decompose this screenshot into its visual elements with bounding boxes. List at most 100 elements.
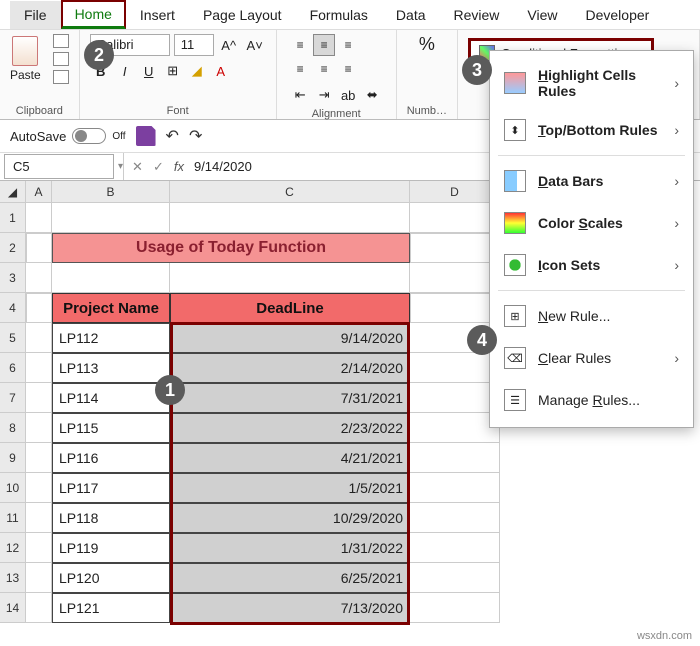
cell-deadline[interactable]: 1/31/2022 — [170, 533, 410, 563]
cancel-formula-icon[interactable]: ✕ — [132, 159, 143, 175]
cell-project[interactable]: LP119 — [52, 533, 170, 563]
increase-font-icon[interactable]: A^ — [218, 34, 240, 56]
cell-deadline[interactable]: 7/13/2020 — [170, 593, 410, 623]
col-head-c[interactable]: C — [170, 181, 410, 203]
cell[interactable] — [26, 233, 52, 263]
border-button[interactable]: ⊞ — [162, 60, 184, 82]
row-head-8[interactable]: 8 — [0, 413, 26, 443]
cell-project[interactable]: LP113 — [52, 353, 170, 383]
cell[interactable] — [410, 383, 500, 413]
fill-color-button[interactable]: ◢ — [186, 60, 208, 82]
row-head-11[interactable]: 11 — [0, 503, 26, 533]
cell[interactable] — [26, 383, 52, 413]
formula-input[interactable]: 9/14/2020 — [194, 159, 252, 174]
cell[interactable] — [26, 563, 52, 593]
tab-developer[interactable]: Developer — [572, 1, 664, 29]
cell[interactable] — [26, 593, 52, 623]
tab-insert[interactable]: Insert — [126, 1, 189, 29]
cell-deadline[interactable]: 10/29/2020 — [170, 503, 410, 533]
tab-view[interactable]: View — [513, 1, 571, 29]
align-center-icon[interactable]: ≡ — [313, 58, 335, 80]
cell-project[interactable]: LP118 — [52, 503, 170, 533]
increase-indent-icon[interactable]: ⇥ — [313, 84, 335, 106]
cell[interactable] — [26, 263, 52, 293]
cell[interactable] — [26, 443, 52, 473]
menu-color-scales[interactable]: Color Scales › — [490, 202, 693, 244]
menu-icon-sets[interactable]: Icon Sets › — [490, 244, 693, 286]
cell-deadline[interactable]: 9/14/2020 — [170, 323, 410, 353]
row-head-7[interactable]: 7 — [0, 383, 26, 413]
align-left-icon[interactable]: ≡ — [289, 58, 311, 80]
row-head-3[interactable]: 3 — [0, 263, 26, 293]
cell[interactable] — [410, 473, 500, 503]
cell[interactable] — [170, 203, 410, 233]
col-head-b[interactable]: B — [52, 181, 170, 203]
enter-formula-icon[interactable]: ✓ — [153, 159, 164, 175]
align-middle-icon[interactable]: ≡ — [313, 34, 335, 56]
cell-project[interactable]: LP112 — [52, 323, 170, 353]
cell[interactable] — [26, 503, 52, 533]
cell-deadline[interactable]: 1/5/2021 — [170, 473, 410, 503]
tab-review[interactable]: Review — [440, 1, 514, 29]
cell[interactable] — [410, 233, 500, 263]
row-head-13[interactable]: 13 — [0, 563, 26, 593]
align-top-icon[interactable]: ≡ — [289, 34, 311, 56]
cell[interactable] — [410, 533, 500, 563]
cell-project[interactable]: LP121 — [52, 593, 170, 623]
cell-deadline[interactable]: 6/25/2021 — [170, 563, 410, 593]
paste-button[interactable]: Paste — [10, 36, 41, 82]
percent-icon[interactable]: % — [419, 34, 435, 55]
cell[interactable] — [410, 203, 500, 233]
save-icon[interactable] — [136, 126, 156, 146]
cell[interactable] — [52, 203, 170, 233]
merge-button[interactable]: ⬌ — [361, 84, 383, 106]
header-deadline[interactable]: DeadLine — [170, 293, 410, 323]
decrease-font-icon[interactable]: A˅ — [244, 34, 266, 56]
italic-button[interactable]: I — [114, 60, 136, 82]
cell[interactable] — [410, 353, 500, 383]
redo-icon[interactable]: ↷ — [189, 126, 202, 146]
cell[interactable] — [26, 413, 52, 443]
cell-deadline[interactable]: 2/23/2022 — [170, 413, 410, 443]
cell-deadline[interactable]: 2/14/2020 — [170, 353, 410, 383]
cell[interactable] — [170, 263, 410, 293]
cell[interactable] — [26, 293, 52, 323]
cell[interactable] — [26, 473, 52, 503]
row-head-1[interactable]: 1 — [0, 203, 26, 233]
cell[interactable] — [410, 263, 500, 293]
cell-project[interactable]: LP114 — [52, 383, 170, 413]
cell-project[interactable]: LP115 — [52, 413, 170, 443]
align-right-icon[interactable]: ≡ — [337, 58, 359, 80]
cell-deadline[interactable]: 4/21/2021 — [170, 443, 410, 473]
row-head-5[interactable]: 5 — [0, 323, 26, 353]
tab-formulas[interactable]: Formulas — [296, 1, 382, 29]
autosave-toggle[interactable]: AutoSave Off — [10, 128, 126, 144]
menu-manage-rules[interactable]: ☰ Manage Rules... — [490, 379, 693, 421]
row-head-9[interactable]: 9 — [0, 443, 26, 473]
menu-new-rule[interactable]: ⊞ New Rule... — [490, 295, 693, 337]
row-head-2[interactable]: 2 — [0, 233, 26, 263]
wrap-text-icon[interactable]: ab — [337, 84, 359, 106]
menu-top-bottom[interactable]: ⬍ Top/Bottom Rules › — [490, 109, 693, 151]
cell[interactable] — [26, 353, 52, 383]
menu-clear-rules[interactable]: ⌫ Clear Rules › — [490, 337, 693, 379]
cell[interactable] — [410, 503, 500, 533]
cell[interactable] — [410, 563, 500, 593]
cell[interactable] — [410, 443, 500, 473]
tab-home[interactable]: Home — [61, 0, 126, 29]
cell-deadline[interactable]: 7/31/2021 — [170, 383, 410, 413]
font-size-select[interactable]: 11 — [174, 34, 214, 56]
header-project[interactable]: Project Name — [52, 293, 170, 323]
cell[interactable] — [26, 533, 52, 563]
cut-icon[interactable] — [53, 34, 69, 48]
font-color-button[interactable]: A — [210, 60, 232, 82]
col-head-a[interactable]: A — [26, 181, 52, 203]
menu-highlight-cells[interactable]: Highlight Cells Rules › — [490, 57, 693, 109]
cell-project[interactable]: LP120 — [52, 563, 170, 593]
tab-data[interactable]: Data — [382, 1, 440, 29]
col-head-d[interactable]: D — [410, 181, 500, 203]
cell[interactable] — [410, 413, 500, 443]
copy-icon[interactable] — [53, 52, 69, 66]
decrease-indent-icon[interactable]: ⇤ — [289, 84, 311, 106]
menu-data-bars[interactable]: Data Bars › — [490, 160, 693, 202]
